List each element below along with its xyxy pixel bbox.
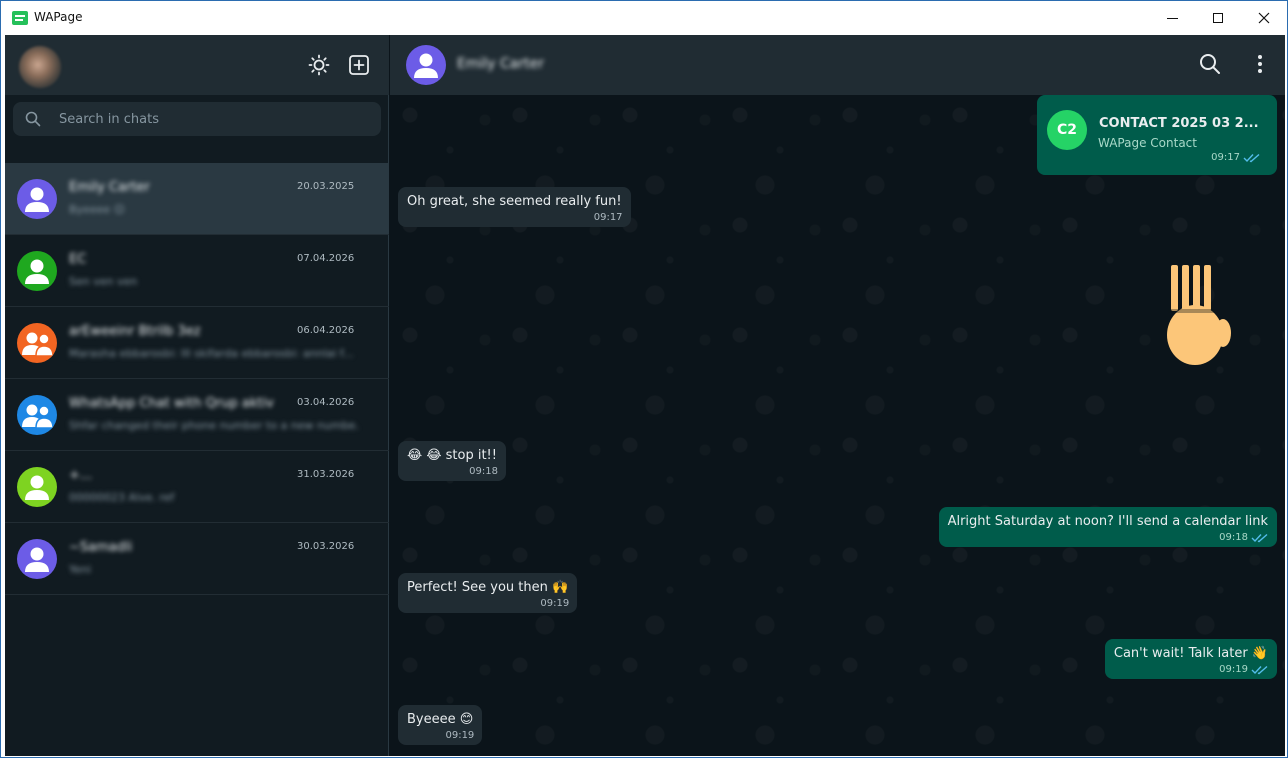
message-text: 😂 😂 stop it!! bbox=[407, 448, 497, 463]
chat-avatar bbox=[17, 251, 57, 291]
contact-avatar[interactable] bbox=[406, 45, 446, 85]
chat-avatar bbox=[17, 179, 57, 219]
read-receipt-icon bbox=[1251, 665, 1268, 674]
read-receipt-icon bbox=[1251, 533, 1268, 542]
contact-name[interactable]: Emily Carter bbox=[457, 56, 544, 72]
incoming-message[interactable]: Oh great, she seemed really fun! 09:17 bbox=[398, 187, 631, 227]
message-time: 09:18 bbox=[469, 466, 498, 477]
chat-name: EC bbox=[69, 252, 87, 267]
sun-icon bbox=[308, 54, 330, 76]
maximize-button[interactable] bbox=[1195, 1, 1241, 35]
chat-last-message: Yeni bbox=[69, 563, 92, 576]
chat-list-item[interactable]: ~Samadli 30.03.2026 Yeni bbox=[5, 523, 389, 595]
plus-square-icon bbox=[349, 55, 369, 75]
read-receipt-icon bbox=[1243, 153, 1260, 162]
chat-name: WhatsApp Chat with Qrup aktiv bbox=[69, 396, 274, 411]
chat-avatar bbox=[17, 539, 57, 579]
chat-list-item[interactable]: +... 31.03.2026 00000023 Alve. ref bbox=[5, 451, 389, 523]
chat-list-item[interactable]: Emily Carter 20.03.2025 Byeeee 😊 bbox=[5, 163, 389, 235]
message-time: 09:19 bbox=[540, 598, 570, 609]
message-text: Byeeee 😊 bbox=[407, 712, 474, 727]
chat-last-message: Marasha ebbarosbi: III skifarda ebbarosb… bbox=[69, 347, 354, 360]
chat-avatar bbox=[17, 467, 57, 507]
chat-list-item[interactable]: WhatsApp Chat with Qrup aktiv 03.04.2026… bbox=[5, 379, 389, 451]
minimize-button[interactable] bbox=[1149, 1, 1195, 35]
incoming-message[interactable]: Byeeee 😊 09:19 bbox=[398, 705, 483, 745]
app-logo-icon bbox=[12, 11, 28, 25]
contact-card-subtitle: WAPage Contact bbox=[1098, 136, 1197, 150]
outgoing-message[interactable]: Can't wait! Talk later 👋 09:19 bbox=[1104, 639, 1277, 679]
chat-name: +... bbox=[69, 468, 93, 483]
message-area[interactable]: C2 CONTACT 2025 03 2... WAPage Contact 0… bbox=[390, 95, 1285, 756]
message-text: Perfect! See you then 🙌 bbox=[407, 580, 569, 595]
chat-date: 30.03.2026 bbox=[297, 541, 355, 552]
chat-date: 20.03.2025 bbox=[297, 181, 355, 192]
chat-date: 07.04.2026 bbox=[297, 253, 355, 264]
theme-toggle-button[interactable] bbox=[305, 51, 333, 79]
window-title: WAPage bbox=[34, 10, 83, 24]
incoming-message[interactable]: Perfect! See you then 🙌 09:19 bbox=[398, 573, 578, 613]
search-messages-icon[interactable] bbox=[1198, 52, 1222, 76]
more-options-icon[interactable] bbox=[1248, 52, 1272, 76]
sidebar-header bbox=[5, 35, 389, 95]
chat-name: Emily Carter bbox=[69, 180, 150, 195]
conversation-header: Emily Carter bbox=[390, 35, 1285, 95]
chat-avatar bbox=[17, 323, 57, 363]
chat-name: arEweeinr Btrilb 3ez bbox=[69, 324, 201, 339]
new-chat-button[interactable] bbox=[345, 51, 373, 79]
chat-list: Emily Carter 20.03.2025 Byeeee 😊 EC 07.0… bbox=[5, 163, 389, 595]
chat-last-message: Byeeee 😊 bbox=[69, 203, 126, 216]
my-profile-avatar[interactable] bbox=[19, 46, 61, 88]
sidebar: Emily Carter 20.03.2025 Byeeee 😊 EC 07.0… bbox=[5, 35, 389, 756]
close-button[interactable] bbox=[1241, 1, 1287, 35]
message-text: Can't wait! Talk later 👋 bbox=[1113, 646, 1268, 661]
contact-card-message[interactable]: C2 CONTACT 2025 03 2... WAPage Contact 0… bbox=[1037, 95, 1277, 175]
chat-date: 06.04.2026 bbox=[297, 325, 355, 336]
title-bar: WAPage bbox=[1, 1, 1287, 35]
contact-card-title: CONTACT 2025 03 2... bbox=[1099, 116, 1259, 131]
chat-avatar bbox=[17, 395, 57, 435]
chat-list-item[interactable]: arEweeinr Btrilb 3ez 06.04.2026 Marasha … bbox=[5, 307, 389, 379]
chat-date: 31.03.2026 bbox=[297, 469, 355, 480]
chat-last-message: Shfar changed their phone number to a ne… bbox=[69, 419, 359, 432]
chat-search-box bbox=[13, 102, 381, 136]
message-time: 09:17 bbox=[1211, 152, 1261, 163]
message-time: 09:18 bbox=[1219, 532, 1269, 543]
message-text: Oh great, she seemed really fun! bbox=[407, 194, 622, 209]
conversation-panel: Emily Carter C2 CONTACT 2025 03 2... WAP… bbox=[390, 35, 1285, 756]
outgoing-message[interactable]: Alright Saturday at noon? I'll send a ca… bbox=[938, 507, 1277, 547]
chat-last-message: 00000023 Alve. ref bbox=[69, 491, 175, 504]
chat-date: 03.04.2026 bbox=[297, 397, 355, 408]
chat-last-message: Sen ven ven bbox=[69, 275, 138, 288]
app-content: Emily Carter 20.03.2025 Byeeee 😊 EC 07.0… bbox=[5, 35, 1285, 756]
search-icon bbox=[25, 111, 41, 127]
message-time: 09:17 bbox=[593, 212, 623, 223]
app-window: WAPage Search in chats Emily Carter 20.0… bbox=[0, 0, 1288, 758]
incoming-message[interactable]: 😂 😂 stop it!! 09:18 bbox=[398, 441, 506, 481]
message-time: 09:19 bbox=[445, 730, 475, 741]
message-text: Alright Saturday at noon? I'll send a ca… bbox=[947, 514, 1268, 529]
waving-hand-sticker[interactable] bbox=[1160, 265, 1240, 375]
contact-card-avatar: C2 bbox=[1047, 110, 1087, 150]
chat-list-item[interactable]: EC 07.04.2026 Sen ven ven bbox=[5, 235, 389, 307]
chat-name: ~Samadli bbox=[69, 540, 133, 555]
search-input[interactable] bbox=[59, 102, 369, 136]
message-time: 09:19 bbox=[1219, 664, 1269, 675]
